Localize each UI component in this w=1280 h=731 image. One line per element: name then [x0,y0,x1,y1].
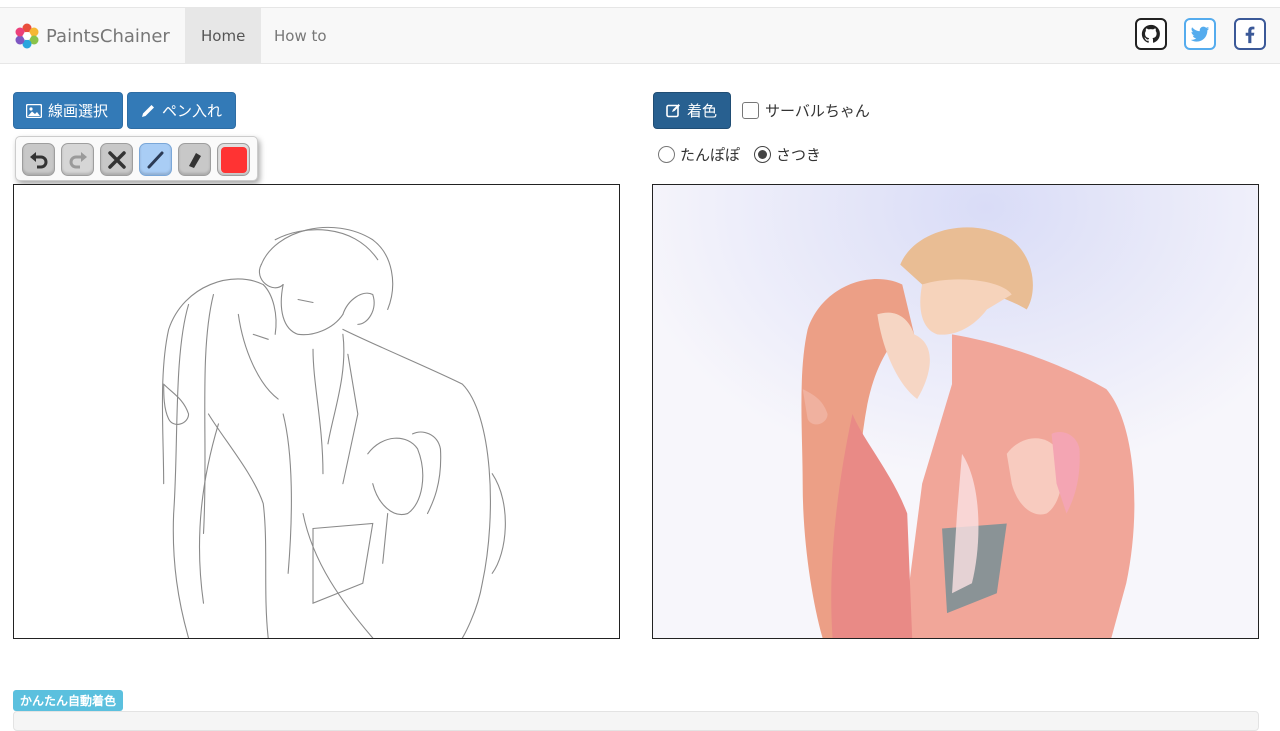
github-icon[interactable] [1135,18,1167,50]
checkbox[interactable] [742,102,759,119]
image-icon [26,103,42,118]
facebook-icon[interactable] [1234,18,1266,50]
nav-home[interactable]: Home [185,8,262,64]
brand[interactable]: PaintsChainer [14,8,170,64]
pen-input-label: ペン入れ [162,102,223,120]
twitter-icon[interactable] [1184,18,1216,50]
top-border [0,0,1280,8]
edit-icon [666,103,681,118]
undo-icon[interactable] [22,143,55,176]
navbar: PaintsChainer Home How to [0,8,1280,64]
redo-icon[interactable] [61,143,94,176]
style-radio-group: たんぽぽ さつき [658,144,835,165]
line-art-canvas[interactable] [13,184,620,639]
eraser-icon[interactable] [178,143,211,176]
radio-satsuki-label: さつき [776,146,822,164]
radio-tanpopo[interactable] [658,146,675,163]
line-art-select-label: 線画選択 [48,102,109,120]
color-swatch [220,146,247,173]
colorized-illustration [653,185,1258,638]
radio-tanpopo-label: たんぽぽ [680,146,741,164]
clear-icon[interactable] [100,143,133,176]
pencil-icon [140,103,156,119]
drawing-toolbar [15,136,258,181]
radio-satsuki[interactable] [754,146,772,163]
colorized-canvas [652,184,1259,639]
colorize-button[interactable]: 着色 [653,92,731,129]
brand-name: PaintsChainer [46,25,170,47]
serval-checkbox[interactable]: サーバルちゃん [742,100,870,121]
serval-checkbox-label: サーバルちゃん [765,102,870,120]
bottom-panel [13,711,1259,731]
colorize-label: 着色 [687,102,718,120]
color-picker-button[interactable] [217,143,250,176]
pen-icon[interactable] [139,143,172,176]
nav-how-to[interactable]: How to [258,8,343,64]
auto-colorize-badge: かんたん自動着色 [13,690,124,711]
pen-input-button[interactable]: ペン入れ [127,92,236,129]
line-art-sketch [161,226,506,638]
paintschainer-logo [15,23,39,49]
line-art-select-button[interactable]: 線画選択 [13,92,123,129]
